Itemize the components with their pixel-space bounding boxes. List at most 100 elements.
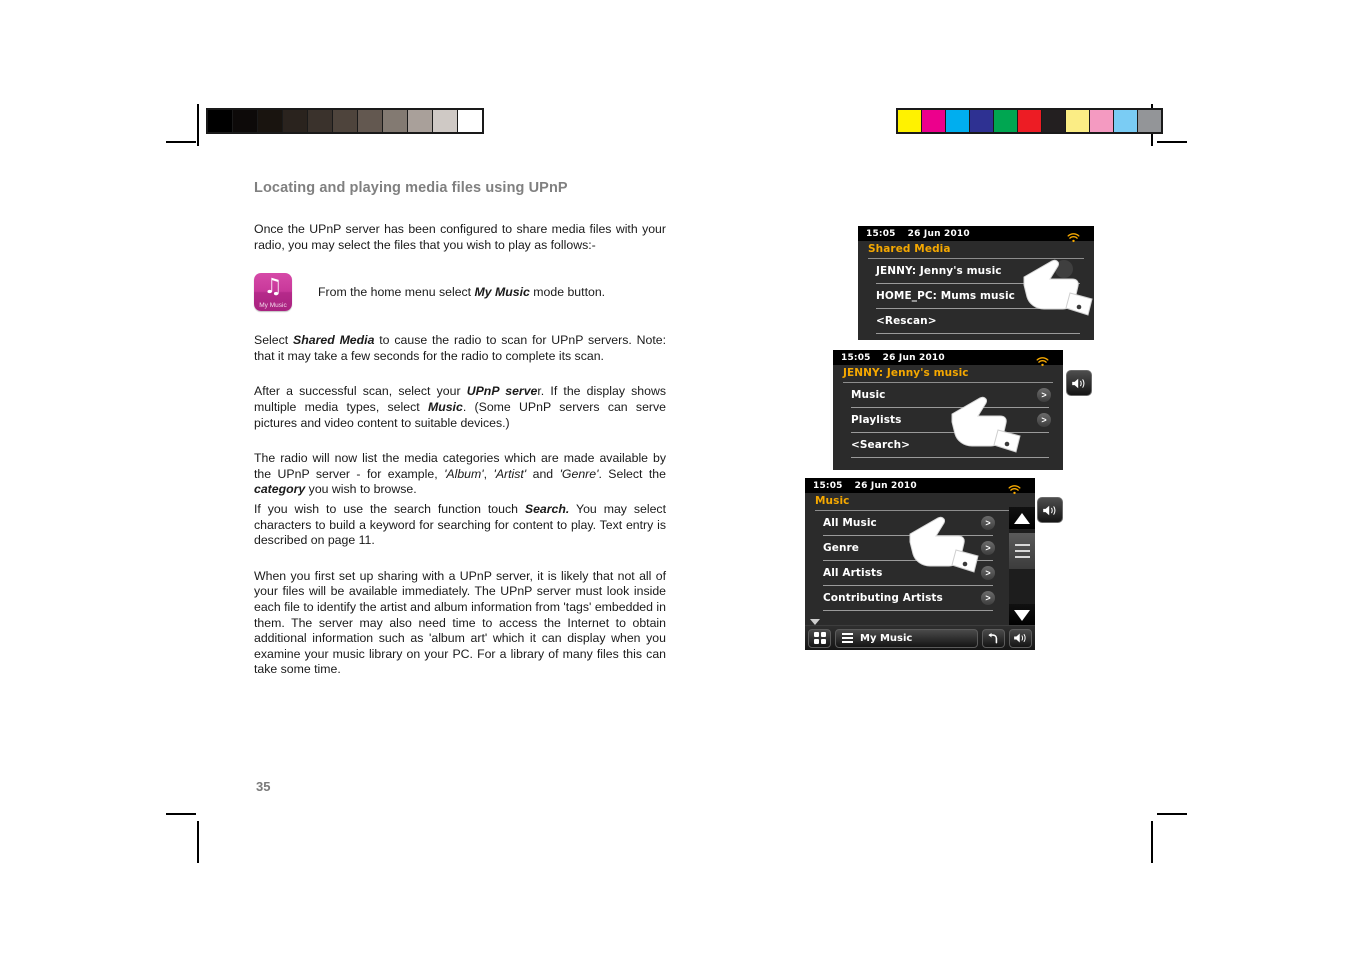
- calibration-swatch: [1138, 110, 1161, 132]
- chevron-right-icon[interactable]: >: [1037, 413, 1051, 427]
- my-music-instruction-text: From the home menu select My Music mode …: [318, 285, 605, 299]
- bottom-toolbar: My Music: [805, 625, 1035, 650]
- scrollbar[interactable]: [1009, 507, 1035, 626]
- p2-bold: Shared Media: [293, 333, 375, 348]
- mode-menu-button[interactable]: My Music: [835, 628, 978, 648]
- list-item-label: HOME_PC: Mums music: [876, 290, 1015, 302]
- paragraph-categories: The radio will now list the media catego…: [254, 451, 666, 498]
- list-item-label: JENNY: Jenny's music: [876, 265, 1002, 277]
- radio-screen-jenny-music: 15:05 26 Jun 2010 JENNY: Jenny's music M…: [833, 350, 1063, 470]
- list-item-rescan[interactable]: <Rescan>: [858, 309, 1094, 333]
- p4-bold-category: category: [254, 482, 306, 497]
- home-button[interactable]: [808, 628, 831, 648]
- chevron-right-icon[interactable]: >: [981, 591, 995, 605]
- list-divider: [876, 333, 1080, 334]
- menu-list: Music > Playlists > <Search>: [833, 383, 1063, 458]
- list-item-search[interactable]: <Search>: [833, 433, 1063, 457]
- scroll-up-icon: [1014, 512, 1030, 524]
- statusbar-date: 26 Jun 2010: [882, 352, 945, 363]
- calibration-swatch: [258, 110, 283, 132]
- calibration-swatch: [1090, 110, 1114, 132]
- wifi-icon: [1036, 352, 1049, 367]
- list-item-label: All Artists: [823, 567, 883, 579]
- scroll-handle[interactable]: [1009, 533, 1035, 569]
- back-arrow-icon: [988, 632, 998, 644]
- color-calibration-bar: [896, 108, 1163, 134]
- calibration-swatch: [308, 110, 333, 132]
- calibration-swatch: [946, 110, 970, 132]
- handle-line: [1014, 556, 1030, 558]
- calibration-swatch: [358, 110, 383, 132]
- chevron-right-icon[interactable]: >: [981, 516, 995, 530]
- statusbar-date: 26 Jun 2010: [854, 480, 917, 491]
- calibration-swatch: [208, 110, 233, 132]
- handle-line: [1014, 544, 1030, 546]
- p4-mid: . Select the: [598, 466, 666, 481]
- statusbar: 15:05 26 Jun 2010: [833, 350, 1063, 367]
- menu-list: JENNY: Jenny's music HOME_PC: Mums music…: [858, 259, 1094, 334]
- list-item-jenny[interactable]: JENNY: Jenny's music: [858, 259, 1094, 283]
- scroll-up-button[interactable]: [1009, 507, 1035, 529]
- volume-icon: [1072, 378, 1085, 388]
- page-title: Locating and playing media files using U…: [254, 180, 568, 196]
- crop-mark-bottom-right-vertical: [1151, 821, 1153, 863]
- menu-hamburger-icon: [842, 633, 853, 643]
- paragraph-sharing-notes: When you first set up sharing with a UPn…: [254, 568, 666, 677]
- statusbar-date: 26 Jun 2010: [907, 228, 970, 239]
- chevron-right-icon[interactable]: >: [981, 566, 995, 580]
- greyscale-calibration-bar: [206, 108, 484, 134]
- crop-mark-top-right-horizontal: [1157, 141, 1187, 143]
- screen-title: JENNY: Jenny's music: [843, 367, 969, 379]
- scroll-down-button[interactable]: [1009, 604, 1035, 626]
- calibration-swatch: [1066, 110, 1090, 132]
- crop-mark-bottom-left-vertical: [197, 821, 199, 863]
- my-music-icon-label: My Music: [259, 302, 287, 310]
- volume-button[interactable]: [1009, 628, 1032, 648]
- my-music-mode-icon: ♫ My Music: [254, 273, 292, 312]
- chevron-right-icon[interactable]: >: [981, 541, 995, 555]
- page-number: 35: [256, 779, 271, 794]
- list-item-all-music[interactable]: All Music >: [805, 511, 1007, 535]
- calibration-swatch: [922, 110, 946, 132]
- p4-post: you wish to browse.: [305, 482, 417, 497]
- list-item-label: <Search>: [851, 439, 911, 451]
- calibration-swatch: [1114, 110, 1138, 132]
- back-button[interactable]: [982, 628, 1005, 648]
- list-item-genre[interactable]: Genre >: [805, 536, 1007, 560]
- list-item-label: Playlists: [851, 414, 902, 426]
- screen-title: Shared Media: [868, 243, 951, 255]
- p4-italic-album: 'Album': [444, 466, 484, 481]
- chevron-right-icon[interactable]: >: [1037, 388, 1051, 402]
- radio-screen-shared-media: 15:05 26 Jun 2010 Shared Media JENNY: Je…: [858, 226, 1094, 340]
- handle-line: [1014, 550, 1030, 552]
- calibration-swatch: [994, 110, 1018, 132]
- caption-bold: My Music: [474, 285, 530, 300]
- caption-pre: From the home menu select: [318, 285, 475, 300]
- calibration-swatch: [1042, 110, 1066, 132]
- crop-mark-top-left-horizontal: [166, 141, 196, 143]
- list-item-contributing-artists[interactable]: Contributing Artists >: [805, 586, 1007, 610]
- my-music-instruction-row: ♫ My Music From the home menu select My …: [254, 273, 666, 312]
- p4-sep-2: and: [526, 466, 560, 481]
- volume-button-screen-jenny[interactable]: [1066, 370, 1092, 396]
- statusbar-time: 15:05: [813, 480, 843, 491]
- list-item-home-pc[interactable]: HOME_PC: Mums music: [858, 284, 1094, 308]
- home-grid-icon: [813, 632, 826, 644]
- paragraph-intro: Once the UPnP server has been configured…: [254, 222, 666, 252]
- list-item-label: Music: [851, 389, 886, 401]
- p3-bold-1: UPnP serve: [466, 384, 538, 399]
- statusbar: 15:05 26 Jun 2010: [858, 226, 1094, 243]
- volume-icon: [1014, 633, 1026, 643]
- list-divider: [851, 457, 1049, 458]
- p5-bold-search: Search.: [524, 501, 570, 516]
- volume-button-screen-music[interactable]: [1037, 497, 1063, 523]
- calibration-swatch: [970, 110, 994, 132]
- caption-post: mode button.: [529, 285, 606, 300]
- list-item-all-artists[interactable]: All Artists >: [805, 561, 1007, 585]
- radio-screen-music: 15:05 26 Jun 2010 Music All Music > Genr…: [805, 478, 1035, 650]
- list-item-music[interactable]: Music >: [833, 383, 1063, 407]
- paragraph-shared-media: Select Shared Media to cause the radio t…: [254, 333, 666, 364]
- list-item-playlists[interactable]: Playlists >: [833, 408, 1063, 432]
- calibration-swatch: [408, 110, 433, 132]
- p3-bold-2: Music: [427, 399, 463, 414]
